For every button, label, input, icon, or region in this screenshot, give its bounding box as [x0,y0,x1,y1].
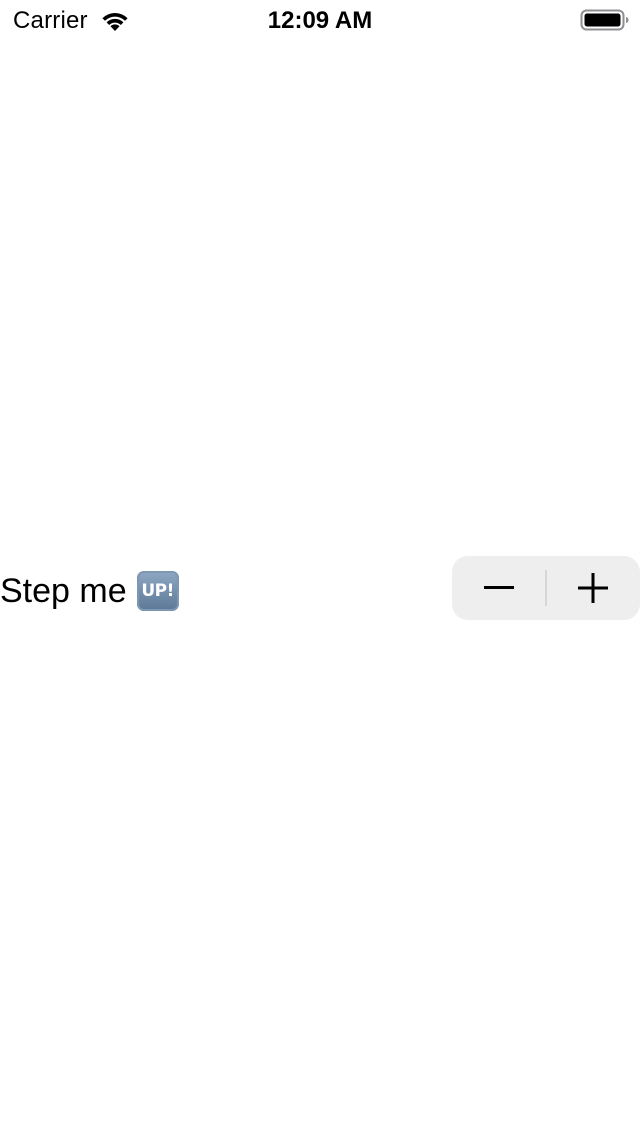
stepper[interactable] [452,556,640,620]
minus-icon [484,586,514,589]
up-badge-icon: UP! [136,571,179,612]
status-bar: Carrier 12:09 AM [0,0,640,40]
screen: Carrier 12:09 AM Step me UP! [0,0,640,1136]
plus-icon [578,573,608,603]
step-label-text: Step me [0,572,127,611]
status-time: 12:09 AM [267,7,373,34]
battery-icon [580,8,630,32]
decrement-button[interactable] [452,556,546,620]
step-label: Step me UP! [0,569,179,612]
increment-button[interactable] [546,556,640,620]
stepper-row: Step me UP! [0,556,640,620]
